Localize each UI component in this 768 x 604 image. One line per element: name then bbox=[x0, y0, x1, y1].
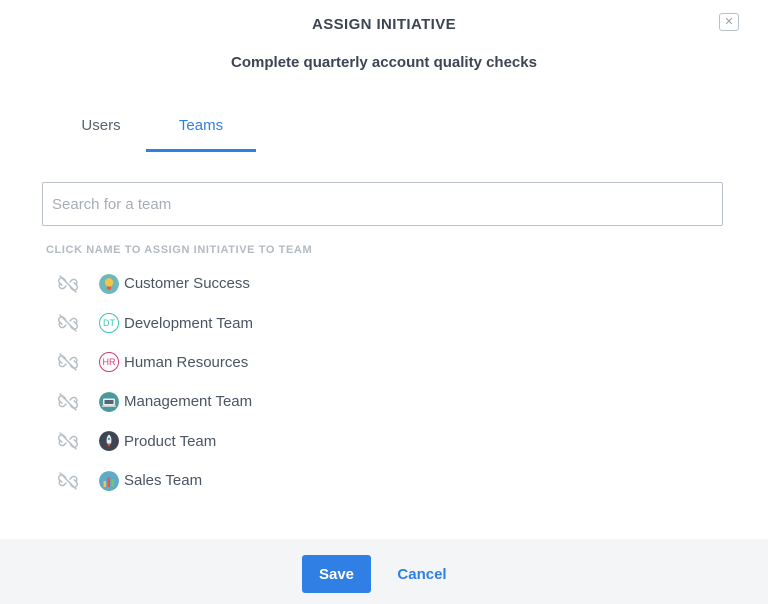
team-row-sales-team[interactable]: Sales Team bbox=[56, 461, 456, 500]
modal-title: ASSIGN INITIATIVE bbox=[311, 16, 457, 33]
team-row-development-team[interactable]: DT Development Team bbox=[56, 303, 456, 342]
laptop-avatar bbox=[99, 391, 119, 412]
initials-avatar: DT bbox=[99, 313, 119, 334]
team-row-customer-success[interactable]: Customer Success bbox=[56, 264, 456, 303]
tab-teams[interactable]: Teams bbox=[146, 108, 256, 152]
team-search-input[interactable] bbox=[42, 182, 723, 226]
team-row-management-team[interactable]: Management Team bbox=[56, 382, 456, 421]
chart-avatar bbox=[99, 470, 119, 491]
team-name[interactable]: Sales Team bbox=[124, 472, 202, 489]
close-icon: ✕ bbox=[724, 15, 734, 28]
modal-footer: Save Cancel bbox=[0, 539, 768, 604]
unlinked-icon[interactable] bbox=[56, 429, 80, 453]
assign-hint: CLICK NAME TO ASSIGN INITIATIVE TO TEAM bbox=[46, 244, 313, 256]
tab-users[interactable]: Users bbox=[56, 108, 146, 152]
team-name[interactable]: Development Team bbox=[124, 315, 253, 332]
initiative-name: Complete quarterly account quality check… bbox=[231, 54, 537, 71]
assign-initiative-modal: ASSIGN INITIATIVE ✕ Complete quarterly a… bbox=[0, 0, 768, 604]
unlinked-icon[interactable] bbox=[56, 272, 80, 296]
unlinked-icon[interactable] bbox=[56, 311, 80, 335]
team-row-human-resources[interactable]: HR Human Resources bbox=[56, 343, 456, 382]
team-name[interactable]: Management Team bbox=[124, 393, 252, 410]
save-button[interactable]: Save bbox=[302, 555, 371, 593]
lightbulb-avatar bbox=[99, 273, 119, 294]
team-row-product-team[interactable]: Product Team bbox=[56, 422, 456, 461]
team-name[interactable]: Human Resources bbox=[124, 354, 248, 371]
team-name[interactable]: Customer Success bbox=[124, 275, 250, 292]
close-button[interactable]: ✕ bbox=[719, 13, 739, 31]
tab-bar: Users Teams bbox=[56, 108, 256, 154]
team-list: Customer Success DT Development Team HR … bbox=[56, 264, 456, 500]
team-name[interactable]: Product Team bbox=[124, 433, 216, 450]
rocket-avatar bbox=[99, 431, 119, 452]
tab-teams-label: Teams bbox=[178, 117, 224, 134]
initials-avatar: HR bbox=[99, 352, 119, 373]
cancel-button[interactable]: Cancel bbox=[386, 555, 458, 593]
unlinked-icon[interactable] bbox=[56, 469, 80, 493]
tab-users-label: Users bbox=[81, 117, 121, 134]
unlinked-icon[interactable] bbox=[56, 390, 80, 414]
unlinked-icon[interactable] bbox=[56, 350, 80, 374]
